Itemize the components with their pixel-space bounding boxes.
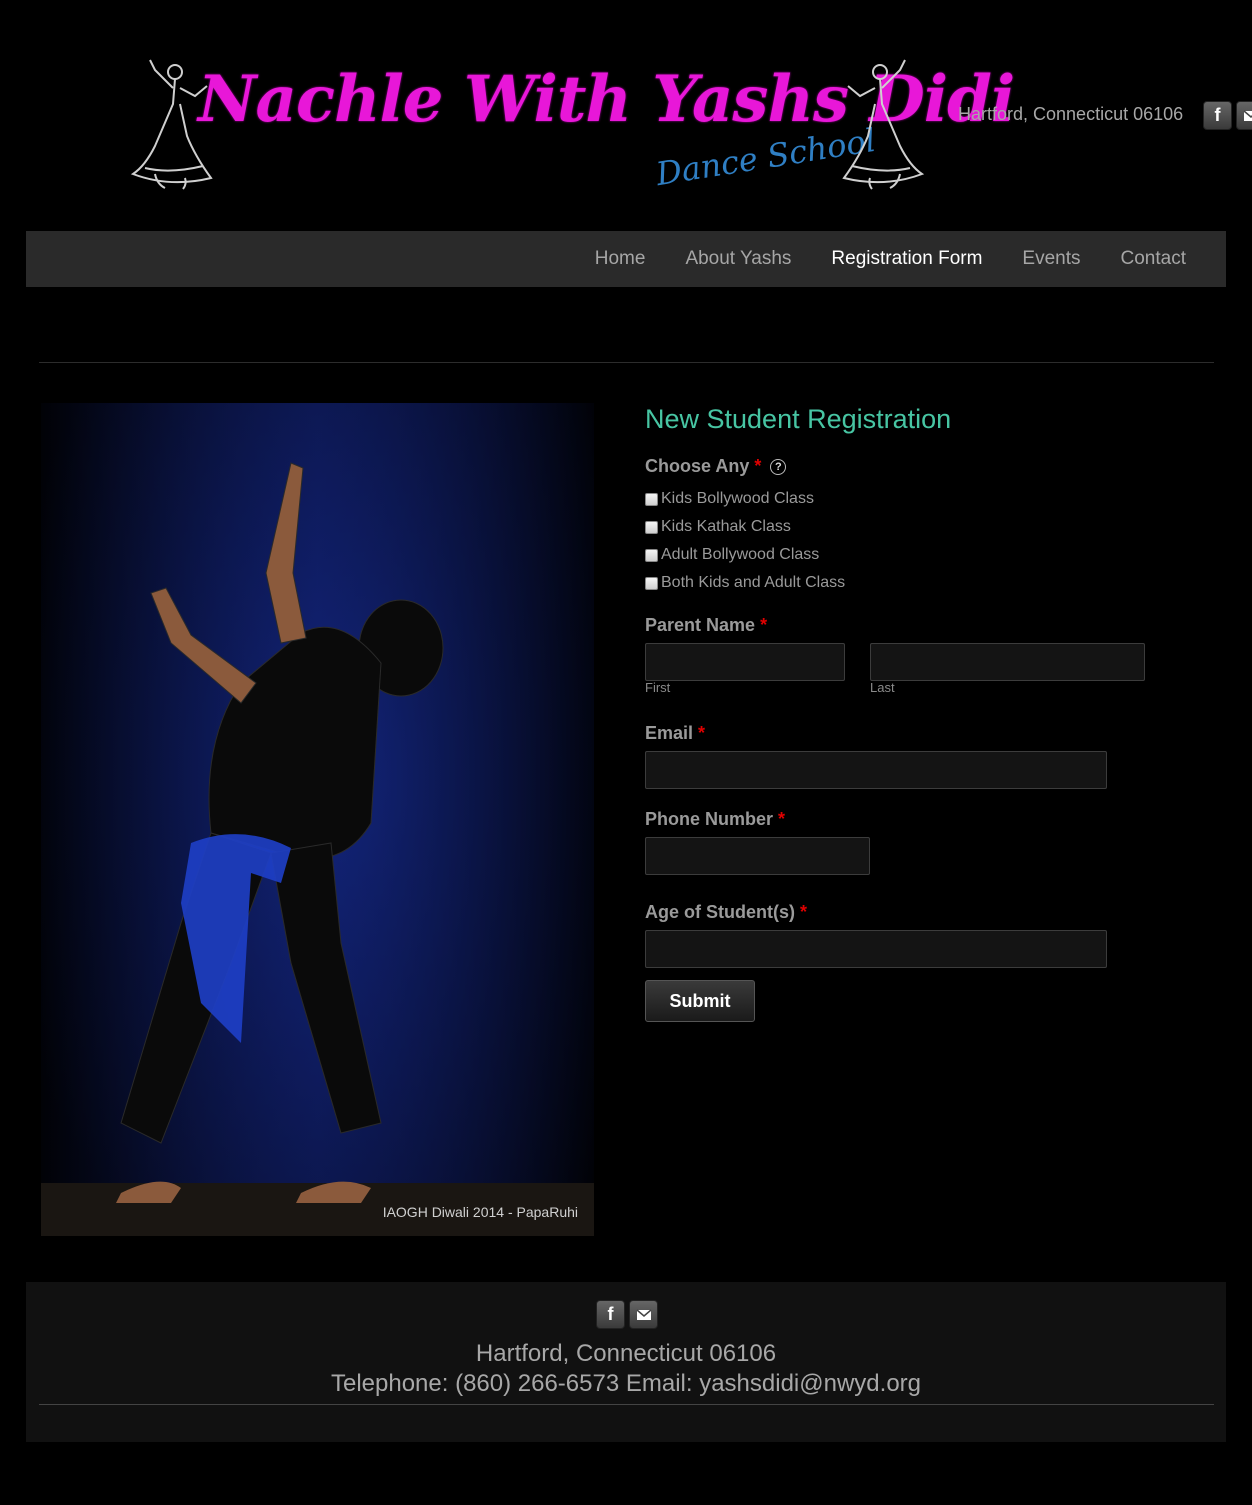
- email-icon[interactable]: [1236, 101, 1252, 130]
- choose-any-text: Choose Any: [645, 456, 750, 476]
- checkbox[interactable]: [645, 520, 658, 534]
- checkbox[interactable]: [645, 576, 658, 590]
- phone-label: Phone Number *: [645, 809, 785, 830]
- option-both-kids-adult[interactable]: Both Kids and Adult Class: [645, 574, 845, 592]
- choose-any-label: Choose Any * ?: [645, 456, 787, 477]
- nav-home[interactable]: Home: [575, 248, 666, 270]
- option-label: Adult Bollywood Class: [661, 546, 820, 563]
- age-text: Age of Student(s): [645, 902, 795, 922]
- help-icon[interactable]: ?: [770, 459, 787, 476]
- dancer-right-illustration: [842, 59, 925, 190]
- nav-about-yashs[interactable]: About Yashs: [665, 248, 811, 270]
- email-input[interactable]: [645, 751, 1107, 789]
- checkbox[interactable]: [645, 548, 658, 562]
- required-mark: *: [778, 809, 786, 829]
- main-nav: Home About Yashs Registration Form Event…: [26, 231, 1226, 287]
- footer-address: Hartford, Connecticut 06106: [475, 1340, 777, 1367]
- phone-text: Phone Number: [645, 809, 774, 829]
- dancer-photo: IAOGH Diwali 2014 - PapaRuhi: [41, 403, 594, 1236]
- option-label: Both Kids and Adult Class: [661, 574, 846, 591]
- header-social-links: f: [1203, 101, 1252, 130]
- nav-registration-form[interactable]: Registration Form: [811, 248, 1002, 270]
- age-label: Age of Student(s) *: [645, 902, 807, 923]
- footer-contact: Telephone: (860) 266-6573 Email: yashsdi…: [330, 1370, 922, 1397]
- parent-name-text: Parent Name: [645, 615, 756, 635]
- photo-caption: IAOGH Diwali 2014 - PapaRuhi: [382, 1204, 578, 1220]
- option-kids-bollywood[interactable]: Kids Bollywood Class: [645, 490, 814, 508]
- required-mark: *: [760, 615, 768, 635]
- email-label: Email *: [645, 723, 705, 744]
- option-label: Kids Kathak Class: [661, 518, 791, 535]
- header-address: Hartford, Connecticut 06106: [958, 104, 1184, 124]
- email-text: Email: [645, 723, 694, 743]
- option-adult-bollywood[interactable]: Adult Bollywood Class: [645, 546, 819, 564]
- facebook-icon[interactable]: f: [1203, 101, 1232, 130]
- checkbox[interactable]: [645, 492, 658, 506]
- content-divider: [39, 362, 1214, 363]
- option-label: Kids Bollywood Class: [661, 490, 814, 507]
- parent-name-label: Parent Name *: [645, 615, 767, 636]
- parent-last-name-input[interactable]: [870, 643, 1145, 681]
- footer-social-links: f: [596, 1300, 658, 1329]
- submit-button[interactable]: Submit: [645, 980, 755, 1022]
- age-input[interactable]: [645, 930, 1107, 968]
- site-footer: f Hartford, Connecticut 06106 Telephone:…: [26, 1282, 1226, 1442]
- parent-first-name-input[interactable]: [645, 643, 845, 681]
- last-sublabel: Last: [870, 680, 895, 695]
- first-sublabel: First: [645, 680, 671, 695]
- email-icon[interactable]: [629, 1300, 658, 1329]
- option-kids-kathak[interactable]: Kids Kathak Class: [645, 518, 791, 536]
- required-mark: *: [800, 902, 808, 922]
- envelope-glyph: [1243, 109, 1252, 121]
- nav-events[interactable]: Events: [1002, 248, 1100, 270]
- required-mark: *: [698, 723, 706, 743]
- envelope-glyph: [636, 1308, 651, 1320]
- phone-input[interactable]: [645, 837, 870, 875]
- form-title: New Student Registration: [645, 404, 952, 434]
- facebook-icon[interactable]: f: [596, 1300, 625, 1329]
- dancer-photo-illustration: [41, 403, 594, 1236]
- footer-divider: [39, 1404, 1214, 1405]
- site-logo[interactable]: Nachle With Yashs Didi Dance School: [120, 50, 1015, 200]
- nav-contact[interactable]: Contact: [1101, 248, 1206, 270]
- required-mark: *: [754, 456, 762, 476]
- site-header: Nachle With Yashs Didi Dance School Hart…: [0, 0, 1252, 230]
